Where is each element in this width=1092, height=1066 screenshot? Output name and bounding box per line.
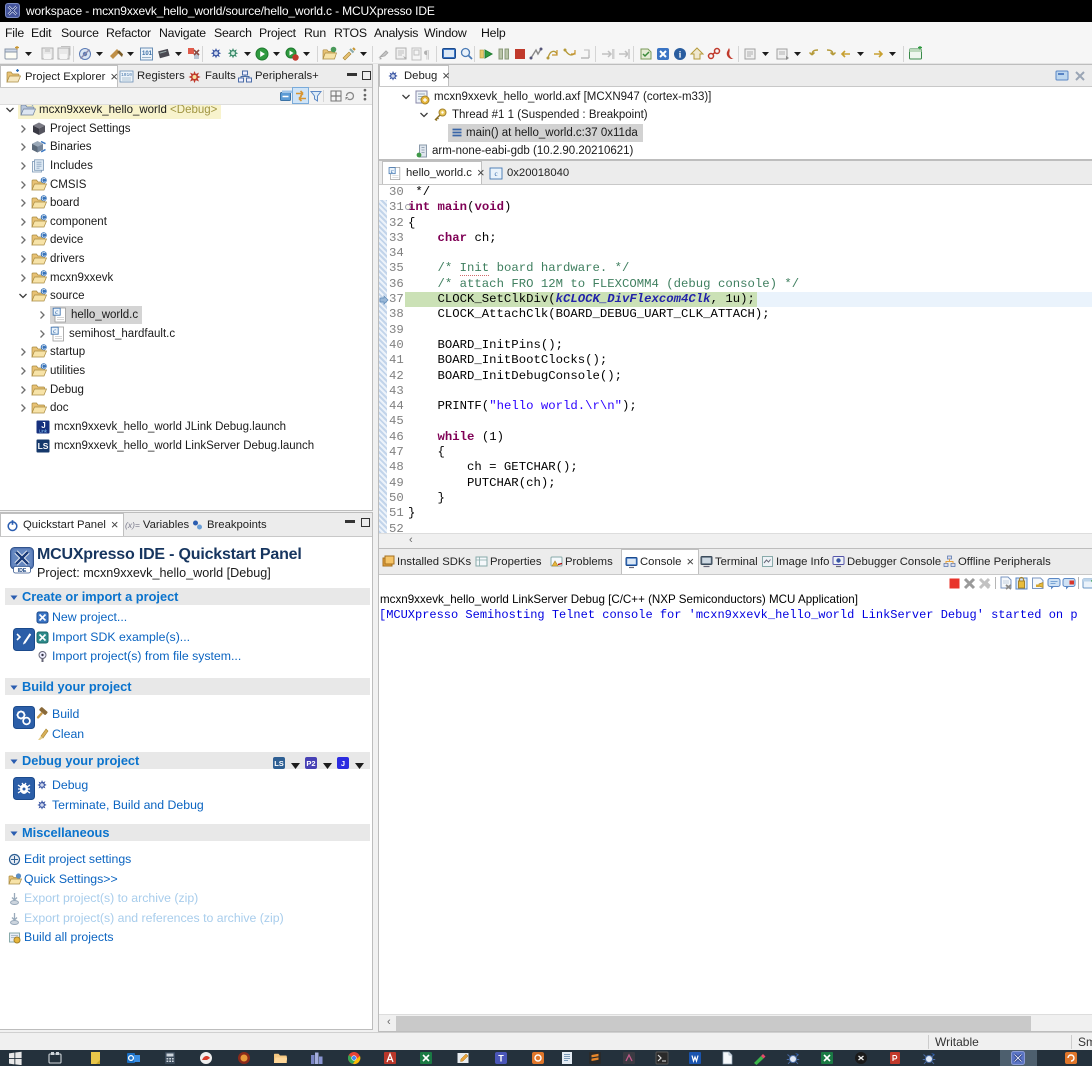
- svg-text:LS: LS: [38, 441, 49, 451]
- svg-text:C: C: [42, 234, 47, 240]
- svg-text:T: T: [498, 1054, 504, 1064]
- svg-text:c: c: [494, 170, 497, 178]
- svg-text:C: C: [42, 290, 47, 296]
- svg-text:c: c: [391, 168, 394, 174]
- svg-text:101: 101: [142, 51, 153, 57]
- svg-text:C: C: [42, 346, 47, 352]
- svg-text:C: C: [42, 215, 47, 221]
- svg-text:C: C: [42, 365, 47, 371]
- svg-text:LS: LS: [274, 759, 284, 768]
- svg-text:J: J: [341, 759, 345, 768]
- svg-text:¶: ¶: [424, 47, 430, 61]
- svg-text:Link: Link: [39, 429, 48, 434]
- svg-text:C: C: [42, 271, 47, 277]
- svg-text:P2: P2: [306, 759, 315, 768]
- svg-text:C: C: [42, 178, 47, 184]
- svg-text:IDE: IDE: [18, 568, 27, 574]
- svg-text:1010: 1010: [121, 72, 132, 78]
- svg-text:C: C: [42, 253, 47, 259]
- svg-text:C: C: [42, 197, 47, 203]
